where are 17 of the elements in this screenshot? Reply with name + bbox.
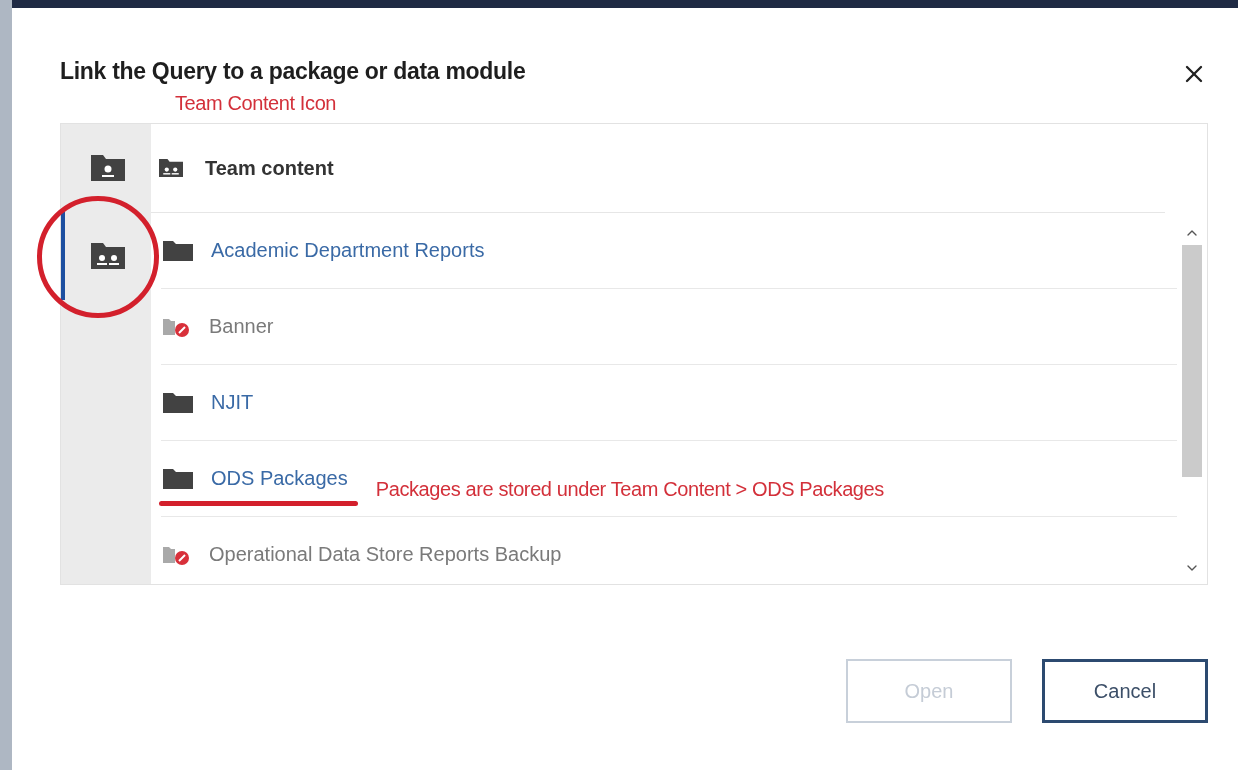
person-folder-icon: [91, 155, 125, 181]
folder-icon: [163, 468, 193, 489]
dialog-title: Link the Query to a package or data module: [60, 58, 526, 85]
folder-link[interactable]: Banner: [209, 315, 274, 338]
folder-icon: [163, 240, 193, 261]
folder-link[interactable]: ODS Packages: [211, 467, 348, 490]
folder-link[interactable]: NJIT: [211, 391, 254, 414]
annotation-note: Packages are stored under Team Content > ODS Packages: [375, 478, 884, 501]
folder-link[interactable]: Operational Data Store Reports Backup: [209, 543, 562, 566]
team-folder-icon: [91, 243, 125, 269]
team-folder-icon: [159, 158, 183, 178]
folder-icon: [163, 392, 193, 413]
folder-heading: Team content: [205, 156, 334, 180]
scroll-thumb[interactable]: [1182, 245, 1202, 477]
cancel-button[interactable]: Cancel: [1042, 659, 1208, 723]
folder-link[interactable]: Academic Department Reports: [211, 239, 485, 262]
annotation-label: Team Content Icon: [175, 92, 338, 115]
